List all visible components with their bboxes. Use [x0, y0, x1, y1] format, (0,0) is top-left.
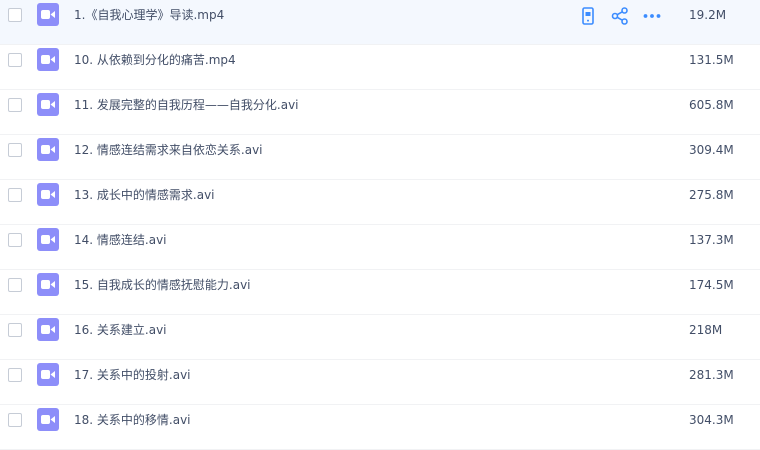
- row-checkbox[interactable]: [8, 188, 22, 202]
- file-name[interactable]: 15. 自我成长的情感抚慰能力.avi: [74, 277, 251, 293]
- video-file-icon: [37, 93, 59, 116]
- file-name[interactable]: 18. 关系中的移情.avi: [74, 412, 191, 428]
- file-name[interactable]: 14. 情感连结.avi: [74, 232, 167, 248]
- video-file-icon: [37, 228, 59, 251]
- row-checkbox[interactable]: [8, 8, 22, 22]
- video-file-icon: [37, 363, 59, 386]
- file-row[interactable]: 18. 关系中的移情.avi 304.3M: [0, 405, 760, 450]
- file-name[interactable]: 13. 成长中的情感需求.avi: [74, 187, 215, 203]
- row-checkbox[interactable]: [8, 143, 22, 157]
- file-size: 304.3M: [689, 413, 734, 427]
- video-file-icon: [37, 273, 59, 296]
- video-file-icon: [37, 318, 59, 341]
- file-row[interactable]: 10. 从依赖到分化的痛苦.mp4 131.5M: [0, 45, 760, 90]
- row-checkbox[interactable]: [8, 278, 22, 292]
- file-name[interactable]: 11. 发展完整的自我历程——自我分化.avi: [74, 97, 299, 113]
- file-row[interactable]: 11. 发展完整的自我历程——自我分化.avi 605.8M: [0, 90, 760, 135]
- file-row[interactable]: 17. 关系中的投射.avi 281.3M: [0, 360, 760, 405]
- row-checkbox[interactable]: [8, 233, 22, 247]
- file-name[interactable]: 10. 从依赖到分化的痛苦.mp4: [74, 52, 236, 68]
- file-size: 605.8M: [689, 98, 734, 112]
- file-row[interactable]: 13. 成长中的情感需求.avi 275.8M: [0, 180, 760, 225]
- file-row[interactable]: 12. 情感连结需求来自依恋关系.avi 309.4M: [0, 135, 760, 180]
- row-checkbox[interactable]: [8, 413, 22, 427]
- row-checkbox[interactable]: [8, 53, 22, 67]
- file-size: 174.5M: [689, 278, 734, 292]
- video-file-icon: [37, 408, 59, 431]
- more-icon[interactable]: [642, 6, 662, 26]
- file-name[interactable]: 1.《自我心理学》导读.mp4: [74, 7, 224, 23]
- row-checkbox[interactable]: [8, 98, 22, 112]
- share-icon[interactable]: [610, 6, 630, 26]
- file-size: 19.2M: [689, 8, 727, 22]
- video-file-icon: [37, 3, 59, 26]
- file-row[interactable]: 1.《自我心理学》导读.mp4 19.2M: [0, 0, 760, 45]
- phone-icon[interactable]: [578, 6, 598, 26]
- file-row[interactable]: 14. 情感连结.avi 137.3M: [0, 225, 760, 270]
- file-size: 309.4M: [689, 143, 734, 157]
- file-name[interactable]: 16. 关系建立.avi: [74, 322, 167, 338]
- row-checkbox[interactable]: [8, 323, 22, 337]
- file-row[interactable]: 16. 关系建立.avi 218M: [0, 315, 760, 360]
- file-size: 137.3M: [689, 233, 734, 247]
- file-size: 281.3M: [689, 368, 734, 382]
- file-name[interactable]: 12. 情感连结需求来自依恋关系.avi: [74, 142, 263, 158]
- file-size: 218M: [689, 323, 723, 337]
- row-checkbox[interactable]: [8, 368, 22, 382]
- video-file-icon: [37, 48, 59, 71]
- file-name[interactable]: 17. 关系中的投射.avi: [74, 367, 191, 383]
- file-size: 275.8M: [689, 188, 734, 202]
- video-file-icon: [37, 183, 59, 206]
- video-file-icon: [37, 138, 59, 161]
- file-size: 131.5M: [689, 53, 734, 67]
- file-list: 1.《自我心理学》导读.mp4 19.2M 10. 从依赖到分化的痛苦.mp4 …: [0, 0, 760, 450]
- file-row[interactable]: 15. 自我成长的情感抚慰能力.avi 174.5M: [0, 270, 760, 315]
